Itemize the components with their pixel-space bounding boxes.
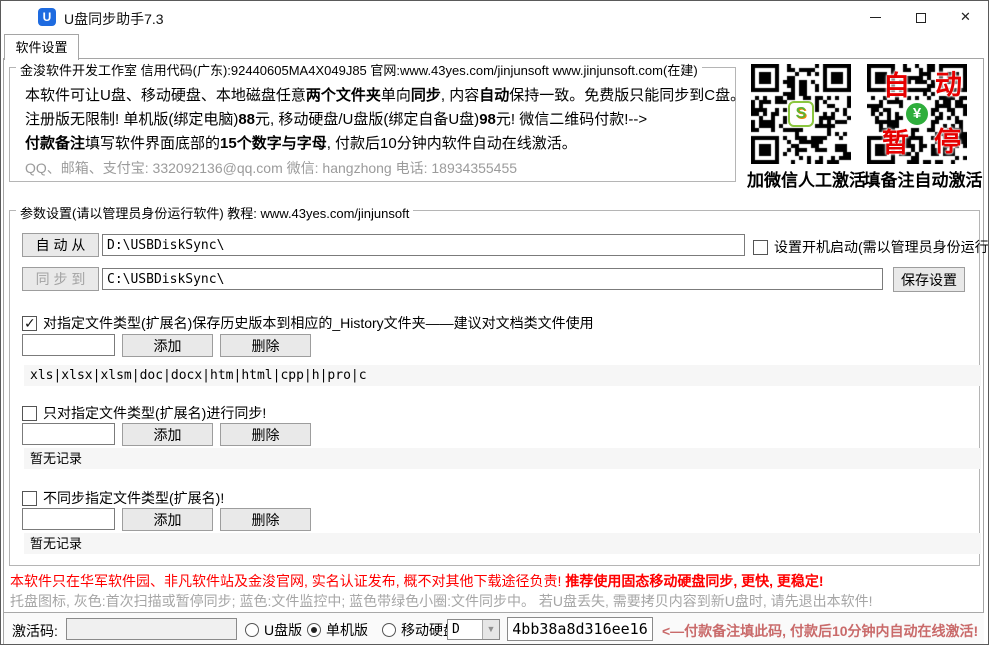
autostart-checkbox-box[interactable] xyxy=(753,240,768,255)
history-ext-input[interactable] xyxy=(22,334,115,356)
maximize-button[interactable] xyxy=(898,1,943,33)
autostart-label: 设置开机启动(需以管理员身份运行) xyxy=(774,239,989,255)
params-groupbox: 参数设置(请以管理员身份运行软件) 教程: www.43yes.com/jinj… xyxy=(9,203,988,566)
exclude-label: 不同步指定文件类型(扩展名)! xyxy=(43,490,225,506)
history-checkbox-box[interactable] xyxy=(22,315,37,332)
info-line-2: 注册版无限制! 单机版(绑定电脑)88元, 移动硬盘/U盘版(绑定自备U盘)98… xyxy=(25,111,648,128)
close-icon: ✕ xyxy=(960,9,971,24)
activation-code-input[interactable] xyxy=(66,618,237,640)
history-delete-button[interactable]: 删除 xyxy=(220,334,311,357)
auto-from-button[interactable]: 自 动 从 xyxy=(22,233,99,257)
machine-code-box[interactable]: 4bb38a8d316ee16 xyxy=(507,617,653,641)
save-settings-button[interactable]: 保存设置 xyxy=(893,267,965,292)
exclude-list: 暂无记录 xyxy=(24,533,981,554)
payment-yuan-icon: ¥ xyxy=(904,101,930,127)
source-path-input[interactable] xyxy=(102,234,745,256)
qr-block-auto: ¥ 自 动 暂 停 填备注自动激活 xyxy=(861,64,985,191)
maximize-icon xyxy=(915,12,926,23)
vendor-info-title: 金浚软件开发工作室 信用代码(广东):92440605MA4X049J85 官网… xyxy=(16,60,702,79)
qr-overlay-char: 动 xyxy=(935,70,962,100)
qr-overlay-char: 自 xyxy=(883,71,910,101)
contact-line: QQ、邮箱、支付宝: 332092136@qq.com 微信: hangzhon… xyxy=(25,160,518,176)
window-title: U盘同步助手7.3 xyxy=(64,11,164,27)
history-label: 对指定文件类型(扩展名)保存历史版本到相应的_History文件夹——建议对文档… xyxy=(43,315,594,331)
app-icon: U xyxy=(38,8,56,26)
target-path-input[interactable] xyxy=(102,268,883,290)
drive-combobox-value: D xyxy=(452,622,460,637)
autostart-checkbox[interactable]: 设置开机启动(需以管理员身份运行) xyxy=(753,237,989,257)
info-line-3: 付款备注填写软件界面底部的15个数字与字母, 付款后10分钟内软件自动在线激活。 xyxy=(25,135,577,152)
only-sync-checkbox-box[interactable] xyxy=(22,406,37,421)
exclude-add-button[interactable]: 添加 xyxy=(122,508,213,531)
tray-icon-hint: 托盘图标, 灰色:首次扫描或暂停同步; 蓝色:文件监控中; 蓝色带绿色小圈:文件… xyxy=(10,593,873,609)
exclude-checkbox[interactable]: 不同步指定文件类型(扩展名)! xyxy=(22,488,224,508)
chevron-down-icon[interactable]: ▼ xyxy=(482,620,499,639)
only-sync-delete-button[interactable]: 删除 xyxy=(220,423,311,446)
wechat-s-logo-icon: S xyxy=(788,101,814,127)
qr-overlay-char: 停 xyxy=(934,127,961,157)
only-sync-list: 暂无记录 xyxy=(24,448,981,469)
history-ext-list: xls|xlsx|xlsm|doc|docx|htm|html|cpp|h|pr… xyxy=(24,365,981,386)
qr-overlay-char: 暂 xyxy=(882,128,909,158)
radio-dot xyxy=(245,623,259,637)
history-add-button[interactable]: 添加 xyxy=(122,334,213,357)
only-sync-label: 只对指定文件类型(扩展名)进行同步! xyxy=(43,405,267,421)
exclude-checkbox-box[interactable] xyxy=(22,491,37,506)
radio-usb-edition[interactable]: U盘版 xyxy=(245,620,302,640)
payment-note-hint: <—付款备注填此码, 付款后10分钟内自动在线激活! xyxy=(662,623,979,639)
official-source-notice: 本软件只在华军软件园、非凡软件站及金浚官网, 实名认证发布, 概不对其他下载途径… xyxy=(10,573,824,589)
title-bar: U U盘同步助手7.3 ✕ xyxy=(1,1,988,33)
radio-dot xyxy=(382,623,396,637)
qr-label-manual: 加微信人工激活 xyxy=(747,171,866,190)
info-line-1: 本软件可让U盘、移动硬盘、本地磁盘任意两个文件夹单向同步, 内容自动保持一致。免… xyxy=(25,87,746,104)
sync-to-button[interactable]: 同 步 到 xyxy=(22,267,99,291)
only-sync-checkbox[interactable]: 只对指定文件类型(扩展名)进行同步! xyxy=(22,403,266,423)
qr-label-auto: 填备注自动激活 xyxy=(863,171,983,190)
app-window: U U盘同步助手7.3 ✕ 软件设置 金浚软件开发工作室 信用代码(广东):92… xyxy=(0,0,989,645)
exclude-delete-button[interactable]: 删除 xyxy=(220,508,311,531)
radio-dot xyxy=(307,623,321,637)
radio-single-pc-edition[interactable]: 单机版 xyxy=(307,620,368,640)
history-checkbox[interactable]: 对指定文件类型(扩展名)保存历史版本到相应的_History文件夹——建议对文档… xyxy=(22,313,594,333)
only-sync-ext-input[interactable] xyxy=(22,423,115,445)
minimize-icon xyxy=(870,17,881,19)
drive-combobox[interactable]: D ▼ xyxy=(447,619,500,640)
close-button[interactable]: ✕ xyxy=(943,1,988,33)
tab-software-settings[interactable]: 软件设置 xyxy=(4,34,79,60)
qr-block-manual: S 加微信人工激活 xyxy=(747,64,866,191)
radio-usb-label: U盘版 xyxy=(264,622,303,638)
params-title: 参数设置(请以管理员身份运行软件) 教程: www.43yes.com/jinj… xyxy=(16,203,414,222)
radio-single-pc-label: 单机版 xyxy=(326,622,368,638)
activation-bar: 激活码: U盘版 单机版 移动硬盘版 D ▼ 4bb38a8d316ee16 <… xyxy=(4,612,984,644)
vendor-info-groupbox: 金浚软件开发工作室 信用代码(广东):92440605MA4X049J85 官网… xyxy=(9,60,745,182)
minimize-button[interactable] xyxy=(853,1,898,33)
only-sync-add-button[interactable]: 添加 xyxy=(122,423,213,446)
activation-code-label: 激活码: xyxy=(12,623,58,639)
exclude-ext-input[interactable] xyxy=(22,508,115,530)
